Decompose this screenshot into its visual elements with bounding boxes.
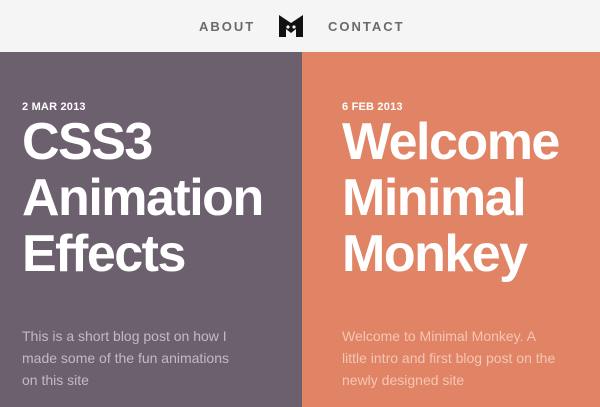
post-excerpt-line: Welcome to Minimal Monkey. A xyxy=(342,328,536,344)
post-card-welcome-minimal-monkey[interactable]: 6 FEB 2013 Welcome Minimal Monkey Welcom… xyxy=(302,52,600,407)
post-excerpt-line: This is a short blog post on how I xyxy=(22,328,227,344)
post-card-css3-animation[interactable]: 2 MAR 2013 CSS3 Animation Effects This i… xyxy=(0,52,302,407)
post-date: 6 FEB 2013 xyxy=(342,101,403,113)
post-title-line: Monkey xyxy=(342,225,528,283)
monkey-logo-icon[interactable] xyxy=(278,14,304,38)
nav-link-contact[interactable]: CONTACT xyxy=(328,19,405,34)
post-title-line: Minimal xyxy=(342,169,527,227)
top-nav: ABOUT CONTACT xyxy=(0,0,600,52)
nav-link-about[interactable]: ABOUT xyxy=(199,19,255,34)
post-title[interactable]: Welcome Minimal Monkey xyxy=(342,113,560,283)
post-title[interactable]: CSS3 Animation Effects xyxy=(22,113,264,283)
post-excerpt: Welcome to Minimal Monkey. A little intr… xyxy=(342,325,555,391)
post-excerpt: This is a short blog post on how I made … xyxy=(22,325,229,391)
post-excerpt-line: little intro and first blog post on the xyxy=(342,350,556,366)
post-date: 2 MAR 2013 xyxy=(22,101,86,113)
post-title-line: Effects xyxy=(22,225,186,283)
post-title-line: CSS3 xyxy=(22,113,153,171)
post-title-line: Welcome xyxy=(342,113,560,171)
post-excerpt-line: made some of the fun animations xyxy=(22,350,230,366)
post-title-line: Animation xyxy=(22,169,264,227)
post-excerpt-line: on this site xyxy=(22,372,89,388)
post-excerpt-line: newly designed site xyxy=(342,372,465,388)
